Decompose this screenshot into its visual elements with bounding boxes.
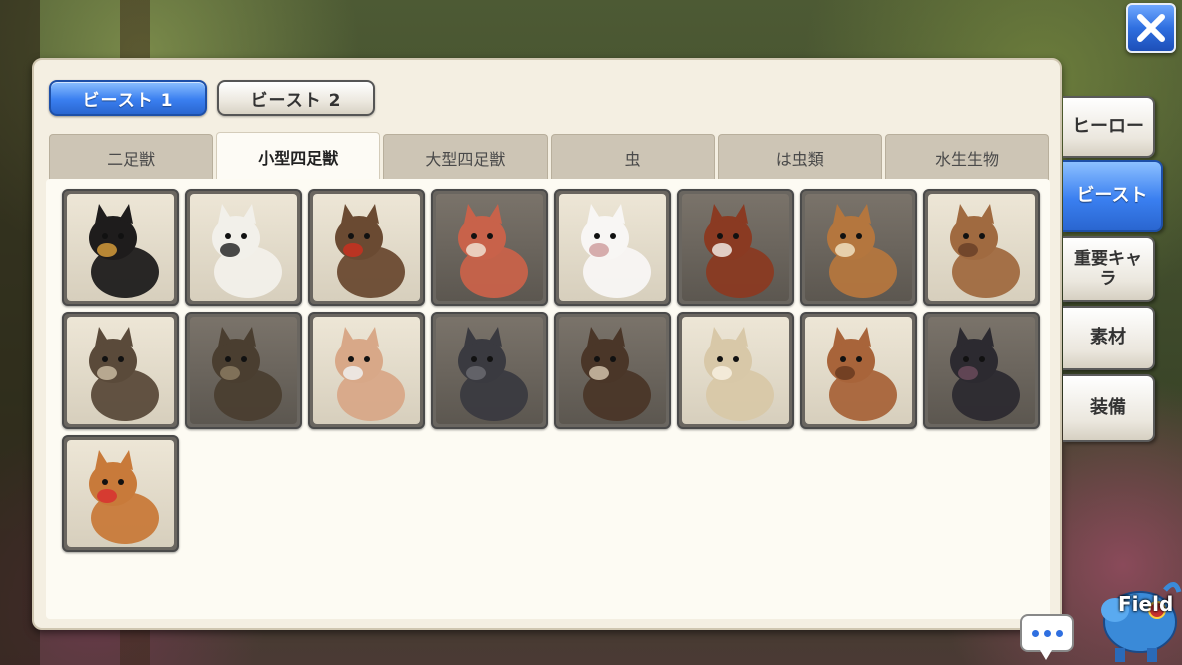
beast-slot-hippo[interactable] <box>923 312 1040 429</box>
shiba-dog-icon <box>89 450 159 544</box>
beast-slot-red-panda[interactable] <box>677 189 794 306</box>
hyena-beast-icon <box>335 204 405 298</box>
beast-collection-panel: ビースト 1 ビースト 2 二足獣 小型四足獣 大型四足獣 虫 は虫類 水生生物 <box>32 58 1062 630</box>
chat-dot-icon <box>1055 629 1063 637</box>
side-tab-beast[interactable]: ビースト <box>1063 160 1163 232</box>
side-tab-equipment[interactable]: 装備 <box>1063 374 1155 442</box>
beast-slot-white-dog[interactable] <box>185 189 302 306</box>
beast-slot-black-cat[interactable] <box>62 189 179 306</box>
beast-portrait <box>436 317 543 424</box>
hippo-icon <box>950 327 1020 421</box>
fennec-fox-icon <box>458 204 528 298</box>
field-label: Field <box>1118 592 1174 616</box>
beast-portrait <box>928 317 1035 424</box>
beast-slot-hamster[interactable] <box>677 312 794 429</box>
category-tabs: 二足獣 小型四足獣 大型四足獣 虫 は虫類 水生生物 <box>49 132 1050 180</box>
beast-slot-pangolin[interactable] <box>185 312 302 429</box>
chat-dot-icon <box>1043 629 1051 637</box>
side-tab-materials[interactable]: 素材 <box>1063 306 1155 370</box>
beast-portrait <box>67 440 174 547</box>
rhino-icon <box>458 327 528 421</box>
beast-portrait <box>313 317 420 424</box>
beast-portrait <box>805 317 912 424</box>
tab-reptile[interactable]: は虫類 <box>717 134 882 180</box>
beast-portrait <box>559 317 666 424</box>
beast-portrait <box>313 194 420 301</box>
beast-slot-fawn[interactable] <box>800 189 917 306</box>
side-tab-hero[interactable]: ヒーロー <box>1063 96 1155 158</box>
weasel-icon <box>581 327 651 421</box>
beast-portrait <box>682 317 789 424</box>
otter-icon <box>89 327 159 421</box>
beast-slot-hyena-beast[interactable] <box>308 189 425 306</box>
side-tab-key-characters[interactable]: 重要キャラ <box>1063 236 1155 302</box>
beast-portrait <box>67 194 174 301</box>
tab-large-quadruped[interactable]: 大型四足獣 <box>383 134 548 180</box>
boar-piglet-icon <box>950 204 1020 298</box>
red-panda-icon <box>704 204 774 298</box>
beast-slot-capybara[interactable] <box>800 312 917 429</box>
chat-button[interactable] <box>1020 614 1074 652</box>
close-icon <box>1137 14 1165 42</box>
beast-portrait <box>805 194 912 301</box>
beast-grid <box>62 189 1040 552</box>
hamster-icon <box>704 327 774 421</box>
fawn-icon <box>827 204 897 298</box>
white-rabbit-icon <box>581 204 651 298</box>
beast-slot-weasel[interactable] <box>554 312 671 429</box>
beast-slot-sheep-bulb[interactable] <box>308 312 425 429</box>
chat-bubble-tail <box>1040 650 1052 660</box>
beast-slot-rhino[interactable] <box>431 312 548 429</box>
beast-portrait <box>682 194 789 301</box>
tab-bipedal[interactable]: 二足獣 <box>49 134 214 180</box>
beast-portrait <box>190 194 297 301</box>
field-creature-icon[interactable] <box>1085 570 1182 665</box>
sheep-bulb-icon <box>335 327 405 421</box>
tab-aquatic[interactable]: 水生生物 <box>884 134 1050 180</box>
beast-slot-otter[interactable] <box>62 312 179 429</box>
beast-slot-white-rabbit[interactable] <box>554 189 671 306</box>
beast-slot-fennec-fox[interactable] <box>431 189 548 306</box>
close-button[interactable] <box>1126 3 1176 53</box>
pangolin-icon <box>212 327 282 421</box>
tab-insect[interactable]: 虫 <box>550 134 715 180</box>
beast-slot-boar-piglet[interactable] <box>923 189 1040 306</box>
beast-portrait <box>190 317 297 424</box>
beast-page-1-button[interactable]: ビースト 1 <box>49 80 207 116</box>
chat-dot-icon <box>1031 629 1039 637</box>
tab-small-quadruped[interactable]: 小型四足獣 <box>216 132 381 180</box>
beast-slot-shiba-dog[interactable] <box>62 435 179 552</box>
capybara-icon <box>827 327 897 421</box>
beast-portrait <box>436 194 543 301</box>
beast-grid-area <box>46 179 1050 619</box>
black-cat-icon <box>89 204 159 298</box>
beast-portrait <box>928 194 1035 301</box>
white-dog-icon <box>212 204 282 298</box>
beast-portrait <box>559 194 666 301</box>
beast-page-2-button[interactable]: ビースト 2 <box>217 80 375 116</box>
beast-portrait <box>67 317 174 424</box>
